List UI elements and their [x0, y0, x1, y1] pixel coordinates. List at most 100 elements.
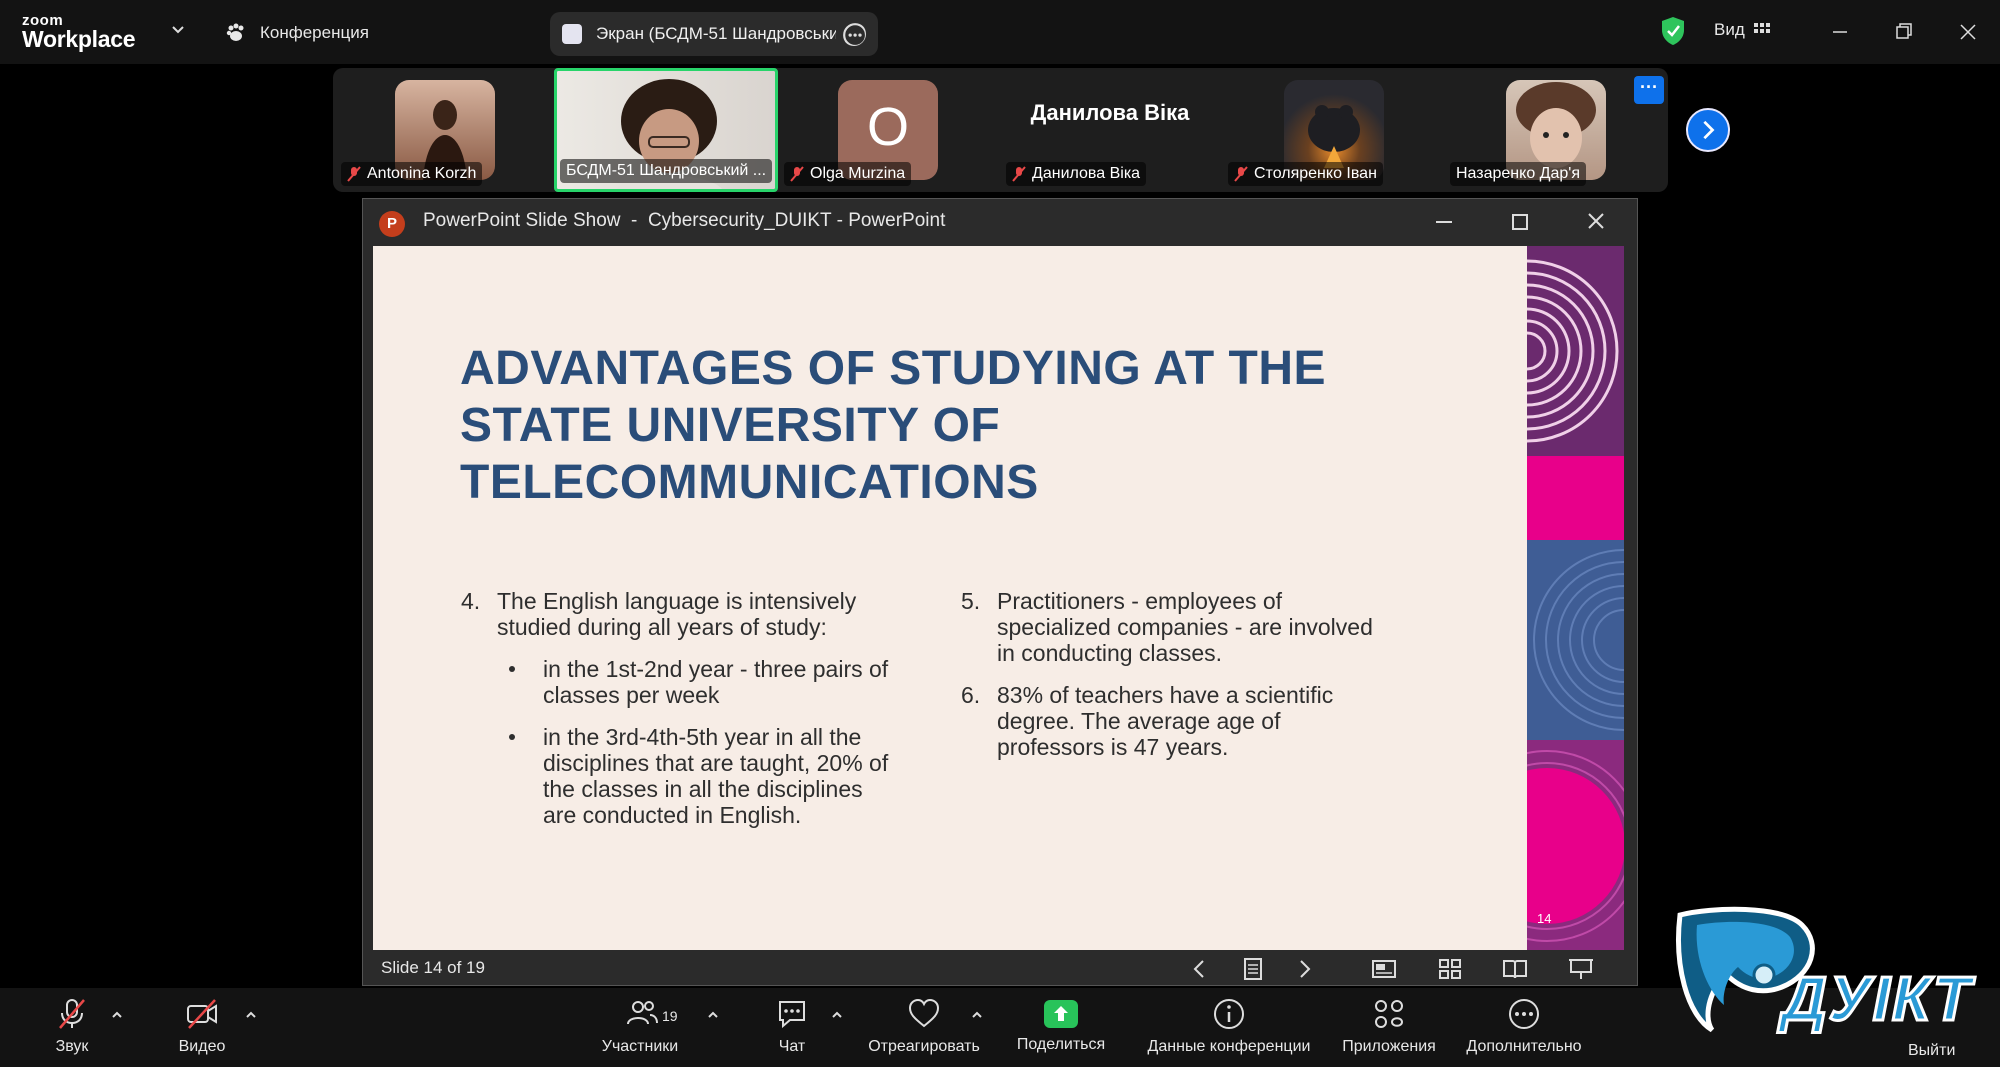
meeting-menu[interactable]: Конференция	[224, 18, 369, 48]
tile-more-button[interactable]: ···	[1634, 76, 1664, 104]
participant-nameplate: Назаренко Дар'я	[1450, 162, 1587, 186]
slide-sorter-icon[interactable]	[1435, 954, 1465, 984]
chat-caret-icon[interactable]	[830, 1008, 844, 1022]
slide-page-number: 14	[1537, 911, 1552, 926]
meeting-label: Конференция	[260, 23, 369, 42]
chat-icon	[779, 1001, 805, 1029]
list-item-line: in conducting classes.	[997, 640, 1223, 666]
audio-options-caret-icon[interactable]	[110, 1008, 124, 1022]
mic-muted-icon	[790, 166, 804, 182]
share-screen-icon	[1044, 1000, 1078, 1028]
audio-button[interactable]: Звук	[40, 996, 104, 1056]
close-icon[interactable]	[1948, 14, 1988, 50]
video-button[interactable]: Видео	[170, 996, 234, 1056]
participant-tile[interactable]: Данилова Віка Данилова Віка	[1000, 68, 1220, 192]
participants-count: 19	[662, 1008, 678, 1024]
participant-nameplate: Столяренко Іван	[1228, 162, 1383, 186]
screen-share-label: Экран (БСДМ-51 Шандровськи	[596, 24, 836, 43]
zoom-logo-bottom: Workplace	[22, 26, 136, 52]
react-label: Отреагировать	[868, 1038, 980, 1055]
reading-view-icon[interactable]	[1500, 954, 1530, 984]
bullet-item-line: disciplines that are taught, 20% of	[543, 750, 889, 776]
apps-label: Приложения	[1342, 1038, 1436, 1055]
mic-muted-icon	[1234, 166, 1248, 182]
participant-display-name: Данилова Віка	[1030, 100, 1190, 125]
participants-caret-icon[interactable]	[706, 1008, 720, 1022]
screen-icon	[562, 24, 582, 44]
participants-icon	[627, 1001, 658, 1025]
bullet-item-line: in the 3rd-4th-5th year in all the	[543, 724, 862, 750]
participants-label: Участники	[601, 1038, 679, 1055]
share-screen-label: Поделиться	[1016, 1036, 1106, 1053]
share-screen-button[interactable]: Поделиться	[1010, 996, 1112, 1054]
heart-icon	[908, 998, 940, 1028]
grid-view-icon[interactable]	[1754, 22, 1770, 38]
paw-icon	[226, 23, 244, 41]
ppt-close-icon[interactable]	[1574, 204, 1618, 240]
meeting-info-button[interactable]: Данные конференции	[1136, 996, 1322, 1056]
list-item-line: studied during all years of study:	[497, 614, 827, 640]
slide-status: Slide 14 of 19	[381, 958, 485, 977]
chevron-down-icon[interactable]	[168, 20, 188, 40]
participant-nameplate: Данилова Віка	[1006, 162, 1147, 186]
slide-title-line: STATE UNIVERSITY OF	[460, 399, 1001, 452]
participant-tile[interactable]: O Olga Murzina	[778, 68, 998, 192]
duikt-logo-text: ДУІКТ	[1781, 964, 1973, 1036]
bullet-item-line: classes per week	[543, 682, 720, 708]
list-item: The English language is intensively stud…	[497, 588, 937, 640]
video-label: Видео	[178, 1038, 226, 1055]
next-page-chevron-icon[interactable]	[1686, 108, 1730, 152]
info-icon	[1214, 999, 1244, 1029]
list-item-line: degree. The average age of	[997, 708, 1281, 734]
mic-muted-icon	[1012, 166, 1026, 182]
bullet-item-line: in the 1st-2nd year - three pairs of	[543, 656, 889, 682]
participant-name: БСДМ-51 Шандровський ...	[566, 162, 767, 179]
list-number: 5.	[961, 588, 981, 614]
participant-name: Antonina Korzh	[367, 165, 477, 182]
participant-nameplate: Olga Murzina	[784, 162, 912, 186]
more-options-icon[interactable]	[842, 22, 866, 46]
bullet-item-line: the classes in all the disciplines	[543, 776, 863, 802]
slideshow-icon[interactable]	[1566, 954, 1596, 984]
view-label[interactable]: Вид	[1714, 20, 1745, 40]
leave-button[interactable]: Выйти	[1908, 1042, 1955, 1060]
video-options-caret-icon[interactable]	[244, 1008, 258, 1022]
chat-button[interactable]: Чат	[760, 996, 824, 1056]
list-item-line: specialized companies - are involved	[997, 614, 1373, 640]
participant-tile[interactable]: Столяренко Іван	[1222, 68, 1442, 192]
participants-button[interactable]: 19 Участники	[590, 996, 690, 1056]
normal-view-icon[interactable]	[1369, 954, 1399, 984]
video-off-icon	[187, 999, 217, 1029]
list-item: 83% of teachers have a scientific degree…	[997, 682, 1437, 760]
apps-icon	[1375, 1000, 1404, 1028]
screen-share-indicator[interactable]: Экран (БСДМ-51 Шандровськи	[550, 12, 878, 56]
powerpoint-icon: P	[379, 211, 405, 237]
minimize-icon[interactable]	[1820, 14, 1860, 50]
mic-muted-icon	[59, 999, 85, 1029]
participant-tile-active[interactable]: БСДМ-51 Шандровський ...	[554, 68, 778, 192]
security-shield-icon[interactable]	[1660, 16, 1686, 46]
react-button[interactable]: Отреагировать	[862, 996, 986, 1056]
more-icon	[1509, 999, 1539, 1029]
previous-slide-icon[interactable]	[1184, 954, 1214, 984]
slide-title-line: ADVANTAGES OF STUDYING AT THE	[460, 342, 1327, 395]
list-number: 4.	[461, 588, 481, 614]
list-item-line: The English language is intensively	[497, 588, 857, 614]
react-caret-icon[interactable]	[970, 1008, 984, 1022]
ppt-maximize-icon[interactable]	[1498, 204, 1542, 240]
bullet-item: in the 1st-2nd year - three pairs of cla…	[543, 656, 943, 708]
ppt-minimize-icon[interactable]	[1422, 204, 1466, 240]
participant-tile[interactable]: Назаренко Дар'я	[1444, 68, 1664, 192]
restore-icon[interactable]	[1884, 14, 1924, 50]
apps-button[interactable]: Приложения	[1336, 996, 1442, 1056]
mic-muted-icon	[347, 166, 361, 182]
slide-title: ADVANTAGES OF STUDYING AT THE STATE UNIV…	[460, 340, 1420, 511]
audio-label: Звук	[55, 1038, 89, 1055]
list-item: Practitioners - employees of specialized…	[997, 588, 1437, 666]
participant-name: Столяренко Іван	[1254, 165, 1377, 182]
powerpoint-window-title: PowerPoint Slide Show - Cybersecurity_DU…	[423, 210, 946, 231]
more-button[interactable]: Дополнительно	[1462, 996, 1586, 1056]
slide-list-icon[interactable]	[1238, 954, 1268, 984]
participant-tile[interactable]: Antonina Korzh	[335, 68, 555, 192]
next-slide-icon[interactable]	[1290, 954, 1320, 984]
